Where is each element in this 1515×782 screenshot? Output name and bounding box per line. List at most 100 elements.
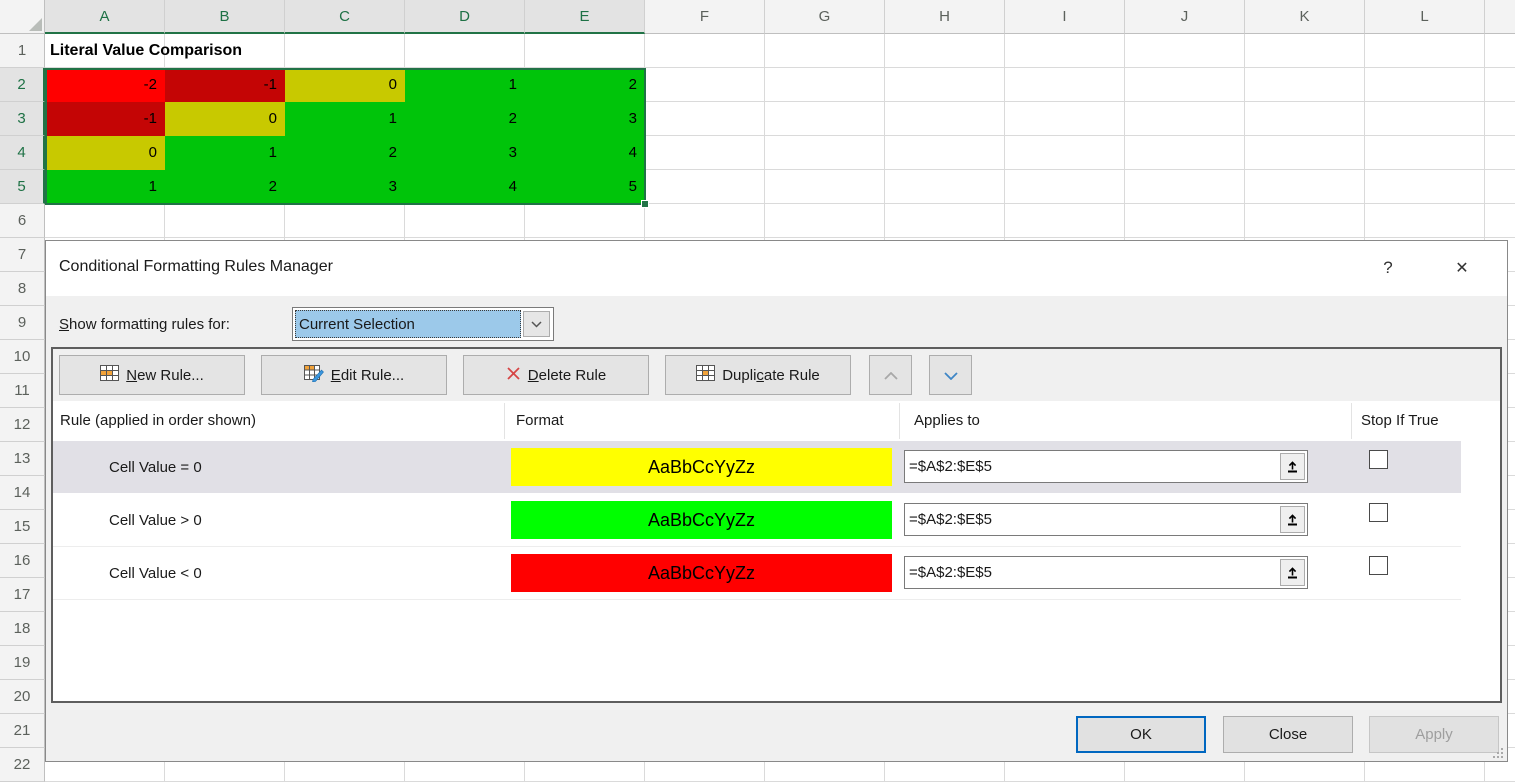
cell-D5[interactable]: 4 (405, 170, 525, 204)
cell-B5[interactable]: 2 (165, 170, 285, 204)
applies-to-input[interactable] (905, 451, 1278, 482)
ok-button[interactable]: OK (1076, 716, 1206, 753)
cell-D3[interactable]: 2 (405, 102, 525, 136)
cell-D4[interactable]: 3 (405, 136, 525, 170)
row-header-4[interactable]: 4 (0, 136, 45, 170)
cell-E4[interactable]: 4 (525, 136, 645, 170)
row-header-9[interactable]: 9 (0, 306, 45, 340)
row-header-17[interactable]: 17 (0, 578, 45, 612)
close-button[interactable]: Close (1223, 716, 1353, 753)
cell-H1[interactable] (885, 34, 1005, 68)
cell-H2[interactable] (885, 68, 1005, 102)
cell-B2[interactable]: -1 (165, 68, 285, 102)
row-header-3[interactable]: 3 (0, 102, 45, 136)
col-header-J[interactable]: J (1125, 0, 1245, 34)
row-header-21[interactable]: 21 (0, 714, 45, 748)
row-header-10[interactable]: 10 (0, 340, 45, 374)
cell-J6[interactable] (1125, 204, 1245, 238)
cell-G4[interactable] (765, 136, 885, 170)
cell-B4[interactable]: 1 (165, 136, 285, 170)
cell-L5[interactable] (1365, 170, 1485, 204)
row-header-11[interactable]: 11 (0, 374, 45, 408)
cell-J3[interactable] (1125, 102, 1245, 136)
cell-H4[interactable] (885, 136, 1005, 170)
cell-H5[interactable] (885, 170, 1005, 204)
cell-E2[interactable]: 2 (525, 68, 645, 102)
cell-E6[interactable] (525, 204, 645, 238)
resize-grip[interactable] (1492, 746, 1504, 758)
cell-J5[interactable] (1125, 170, 1245, 204)
cell-H3[interactable] (885, 102, 1005, 136)
cell-L2[interactable] (1365, 68, 1485, 102)
cell-L3[interactable] (1365, 102, 1485, 136)
cell-A2[interactable]: -2 (45, 68, 165, 102)
rule-row[interactable]: Cell Value = 0AaBbCcYyZz (53, 441, 1461, 493)
range-picker-button[interactable] (1280, 453, 1305, 480)
fill-handle[interactable] (641, 200, 649, 208)
col-header-G[interactable]: G (765, 0, 885, 34)
row-header-16[interactable]: 16 (0, 544, 45, 578)
col-header-E[interactable]: E (525, 0, 645, 34)
cell-I3[interactable] (1005, 102, 1125, 136)
row-header-15[interactable]: 15 (0, 510, 45, 544)
row-header-7[interactable]: 7 (0, 238, 45, 272)
cell-C4[interactable]: 2 (285, 136, 405, 170)
apply-button[interactable]: Apply (1369, 716, 1499, 753)
cell-I6[interactable] (1005, 204, 1125, 238)
cell-I2[interactable] (1005, 68, 1125, 102)
cell-J1[interactable] (1125, 34, 1245, 68)
col-header-D[interactable]: D (405, 0, 525, 34)
col-header-L[interactable]: L (1365, 0, 1485, 34)
cell-A4[interactable]: 0 (45, 136, 165, 170)
cell-F2[interactable] (645, 68, 765, 102)
cell-H6[interactable] (885, 204, 1005, 238)
applies-to-input[interactable] (905, 557, 1278, 588)
col-header-A[interactable]: A (45, 0, 165, 34)
row-header-18[interactable]: 18 (0, 612, 45, 646)
cell-L6[interactable] (1365, 204, 1485, 238)
cell-B6[interactable] (165, 204, 285, 238)
row-header-5[interactable]: 5 (0, 170, 45, 204)
range-picker-button[interactable] (1280, 559, 1305, 586)
cell-B3[interactable]: 0 (165, 102, 285, 136)
rule-row[interactable]: Cell Value > 0AaBbCcYyZz (53, 494, 1461, 547)
stop-if-true-checkbox[interactable] (1369, 450, 1388, 469)
cell-F6[interactable] (645, 204, 765, 238)
cell-K2[interactable] (1245, 68, 1365, 102)
cell-L1[interactable] (1365, 34, 1485, 68)
row-header-22[interactable]: 22 (0, 748, 45, 782)
cell-L4[interactable] (1365, 136, 1485, 170)
col-header-B[interactable]: B (165, 0, 285, 34)
select-all-corner[interactable] (0, 0, 45, 34)
stop-if-true-checkbox[interactable] (1369, 556, 1388, 575)
cell-F3[interactable] (645, 102, 765, 136)
cell-C2[interactable]: 0 (285, 68, 405, 102)
col-header-C[interactable]: C (285, 0, 405, 34)
row-header-6[interactable]: 6 (0, 204, 45, 238)
cell-E3[interactable]: 3 (525, 102, 645, 136)
row-header-8[interactable]: 8 (0, 272, 45, 306)
cell-G3[interactable] (765, 102, 885, 136)
row-header-1[interactable]: 1 (0, 34, 45, 68)
cell-F5[interactable] (645, 170, 765, 204)
cell-C3[interactable]: 1 (285, 102, 405, 136)
cell-K4[interactable] (1245, 136, 1365, 170)
row-header-13[interactable]: 13 (0, 442, 45, 476)
cell-G1[interactable] (765, 34, 885, 68)
cell-I1[interactable] (1005, 34, 1125, 68)
applies-to-input[interactable] (905, 504, 1278, 535)
cell-I5[interactable] (1005, 170, 1125, 204)
cell-I4[interactable] (1005, 136, 1125, 170)
rule-row[interactable]: Cell Value < 0AaBbCcYyZz (53, 547, 1461, 600)
cell-A1[interactable]: Literal Value Comparison (45, 34, 165, 68)
row-header-2[interactable]: 2 (0, 68, 45, 102)
cell-K6[interactable] (1245, 204, 1365, 238)
stop-if-true-checkbox[interactable] (1369, 503, 1388, 522)
cell-E1[interactable] (525, 34, 645, 68)
cell-C6[interactable] (285, 204, 405, 238)
row-header-19[interactable]: 19 (0, 646, 45, 680)
cell-C1[interactable] (285, 34, 405, 68)
cell-K3[interactable] (1245, 102, 1365, 136)
cell-A5[interactable]: 1 (45, 170, 165, 204)
cell-F1[interactable] (645, 34, 765, 68)
